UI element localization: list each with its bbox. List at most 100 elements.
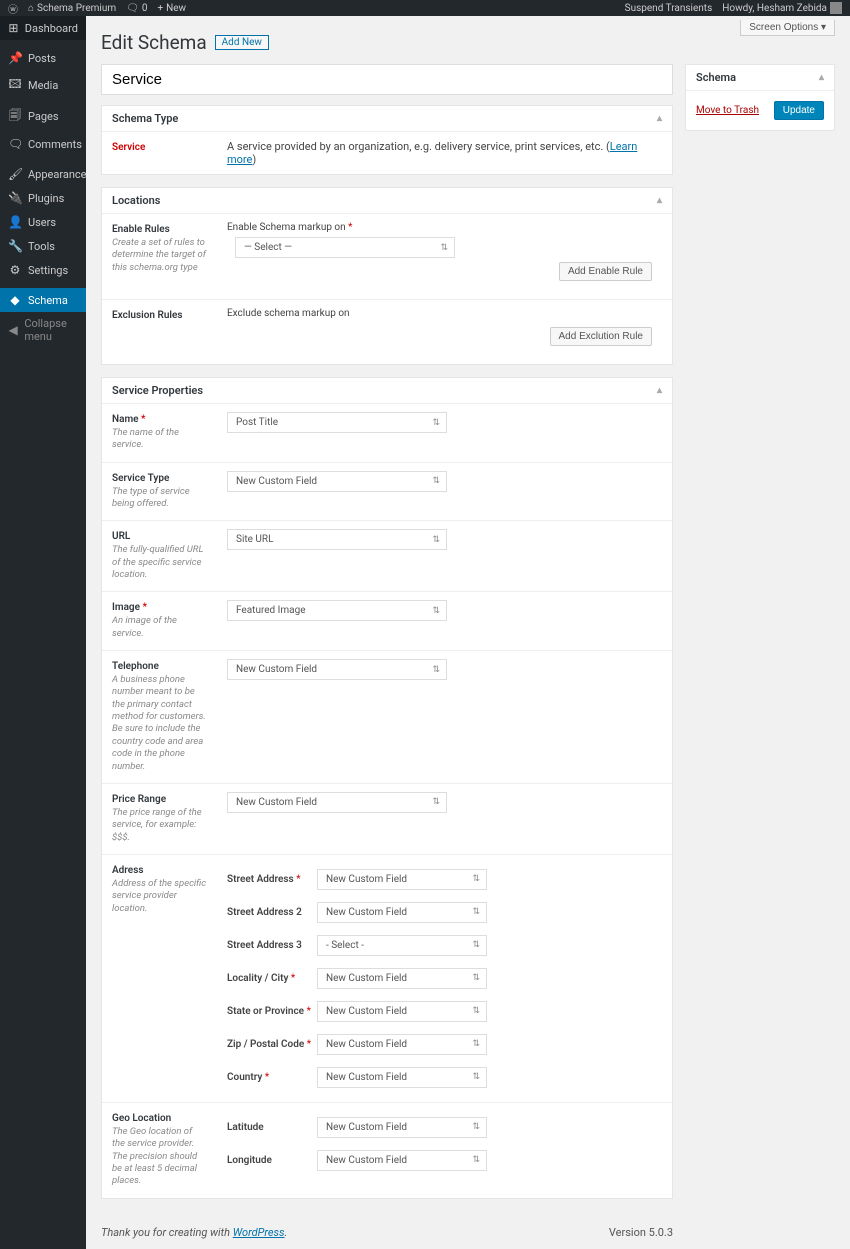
sidebar-item-settings[interactable]: ⚙Settings xyxy=(0,258,86,282)
screen-options-button[interactable]: Screen Options ▾ xyxy=(740,20,835,36)
sidebox-header-label: Schema xyxy=(696,71,736,84)
price-select[interactable]: New Custom Field xyxy=(227,792,447,813)
url-label: URL xyxy=(112,531,207,542)
image-label: Image * xyxy=(112,602,207,613)
postbox-locations: Locations ▴ Enable Rules Create a set of … xyxy=(101,187,673,365)
zip-select[interactable]: New Custom Field xyxy=(317,1034,487,1055)
media-icon: 🖾 xyxy=(8,75,22,96)
pin-icon: 📌 xyxy=(8,51,22,65)
street-select[interactable]: New Custom Field xyxy=(317,869,487,890)
chevron-up-icon[interactable]: ▴ xyxy=(657,113,662,124)
sidebar-item-comments[interactable]: 🗨Comments xyxy=(0,132,86,156)
enable-rules-desc: Create a set of rules to determine the t… xyxy=(112,237,207,274)
telephone-select[interactable]: New Custom Field xyxy=(227,659,447,680)
sidebar-item-media[interactable]: 🖾Media xyxy=(0,70,86,101)
state-label: State or Province * xyxy=(227,1006,317,1017)
add-new-button[interactable]: Add New xyxy=(215,35,269,50)
country-select[interactable]: New Custom Field xyxy=(317,1067,487,1088)
chevron-up-icon[interactable]: ▴ xyxy=(657,385,662,396)
chevron-up-icon[interactable]: ▴ xyxy=(657,195,662,206)
sidebar-item-appearance[interactable]: 🖌Appearance xyxy=(0,162,86,186)
wp-logo[interactable]: ⓦ xyxy=(8,1,18,16)
avatar xyxy=(830,2,842,14)
exclude-on-label: Exclude schema markup on xyxy=(227,308,662,319)
user-icon: 👤 xyxy=(8,215,22,229)
howdy-link[interactable]: Howdy, Hesham Zebida xyxy=(722,2,842,14)
add-enable-rule-button[interactable]: Add Enable Rule xyxy=(559,262,652,281)
postbox-schema-side: Schema ▴ Move to Trash Update xyxy=(685,64,835,131)
move-to-trash-link[interactable]: Move to Trash xyxy=(696,105,759,116)
street2-select[interactable]: New Custom Field xyxy=(317,902,487,923)
comments-link[interactable]: 🗨0 xyxy=(126,3,147,14)
exclusion-rules-label: Exclusion Rules xyxy=(112,310,207,321)
admin-bar: ⓦ ⌂Schema Premium 🗨0 +New Suspend Transi… xyxy=(0,0,850,16)
page-title: Edit Schema Add New xyxy=(101,31,835,54)
collapse-menu[interactable]: ◀Collapse menu xyxy=(0,312,86,348)
page-icon: 🗐 xyxy=(8,106,22,127)
schema-type-desc: A service provided by an organization, e… xyxy=(217,132,672,174)
enable-rules-label: Enable Rules xyxy=(112,224,207,235)
sidebar-item-tools[interactable]: 🔧Tools xyxy=(0,234,86,258)
add-exclusion-rule-button[interactable]: Add Exclution Rule xyxy=(550,327,653,346)
admin-sidebar: ⊞Dashboard 📌Posts 🖾Media 🗐Pages 🗨Comment… xyxy=(0,16,86,1249)
street3-label: Street Address 3 xyxy=(227,940,317,951)
comment-icon: 🗨 xyxy=(126,3,139,14)
postbox-header-label: Service Properties xyxy=(112,384,203,397)
sidebar-item-plugins[interactable]: 🔌Plugins xyxy=(0,186,86,210)
sidebar-item-schema[interactable]: ◆Schema xyxy=(0,288,86,312)
city-select[interactable]: New Custom Field xyxy=(317,968,487,989)
plus-icon: + xyxy=(157,3,163,14)
brush-icon: 🖌 xyxy=(8,167,22,181)
lat-select[interactable]: New Custom Field xyxy=(317,1117,487,1138)
url-select[interactable]: Site URL xyxy=(227,529,447,550)
new-link[interactable]: +New xyxy=(157,3,186,14)
schema-icon: ◆ xyxy=(8,293,22,307)
update-button[interactable]: Update xyxy=(774,101,824,120)
sidebar-item-pages[interactable]: 🗐Pages xyxy=(0,101,86,132)
chevron-up-icon[interactable]: ▴ xyxy=(819,72,824,83)
wordpress-icon: ⓦ xyxy=(8,1,18,16)
plug-icon: 🔌 xyxy=(8,191,22,205)
price-label: Price Range xyxy=(112,794,207,805)
service-type-select[interactable]: New Custom Field xyxy=(227,471,447,492)
state-select[interactable]: New Custom Field xyxy=(317,1001,487,1022)
dashboard-icon: ⊞ xyxy=(8,21,19,35)
enable-on-label: Enable Schema markup on * xyxy=(227,222,662,233)
postbox-header-label: Locations xyxy=(112,194,160,207)
name-label: Name * xyxy=(112,414,207,425)
postbox-service-properties: Service Properties▴ Name *The name of th… xyxy=(101,377,673,1199)
country-label: Country * xyxy=(227,1072,317,1083)
postbox-header-label: Schema Type xyxy=(112,112,178,125)
sidebar-item-dashboard[interactable]: ⊞Dashboard xyxy=(0,16,86,40)
geo-label: Geo Location xyxy=(112,1113,207,1124)
street2-label: Street Address 2 xyxy=(227,907,317,918)
postbox-schema-type: Schema Type ▴ Service A service provided … xyxy=(101,105,673,175)
wrench-icon: 🔧 xyxy=(8,239,22,253)
schema-type-name: Service xyxy=(112,142,145,153)
telephone-label: Telephone xyxy=(112,661,207,672)
zip-label: Zip / Postal Code * xyxy=(227,1039,317,1050)
suspend-transients-link[interactable]: Suspend Transients xyxy=(625,3,713,14)
image-select[interactable]: Featured Image xyxy=(227,600,447,621)
sidebar-item-posts[interactable]: 📌Posts xyxy=(0,46,86,70)
lng-label: Longitude xyxy=(227,1155,317,1166)
service-type-label: Service Type xyxy=(112,473,207,484)
home-icon: ⌂ xyxy=(28,3,34,14)
site-name-link[interactable]: ⌂Schema Premium xyxy=(28,3,116,14)
lng-select[interactable]: New Custom Field xyxy=(317,1150,487,1171)
comment-icon: 🗨 xyxy=(8,137,22,151)
wordpress-link[interactable]: WordPress xyxy=(233,1226,285,1239)
footer-thank-you: Thank you for creating with WordPress. xyxy=(101,1226,287,1239)
address-label: Adress xyxy=(112,865,207,876)
chevron-left-icon: ◀ xyxy=(8,323,18,337)
name-select[interactable]: Post Title xyxy=(227,412,447,433)
street3-select[interactable]: - Select - xyxy=(317,935,487,956)
enable-rule-select[interactable]: — Select — xyxy=(235,237,455,258)
street-label: Street Address * xyxy=(227,874,317,885)
title-input[interactable] xyxy=(101,64,673,95)
city-label: Locality / City * xyxy=(227,973,317,984)
lat-label: Latitude xyxy=(227,1122,317,1133)
sidebar-item-users[interactable]: 👤Users xyxy=(0,210,86,234)
footer-version: Version 5.0.3 xyxy=(609,1226,673,1239)
settings-icon: ⚙ xyxy=(8,263,22,277)
